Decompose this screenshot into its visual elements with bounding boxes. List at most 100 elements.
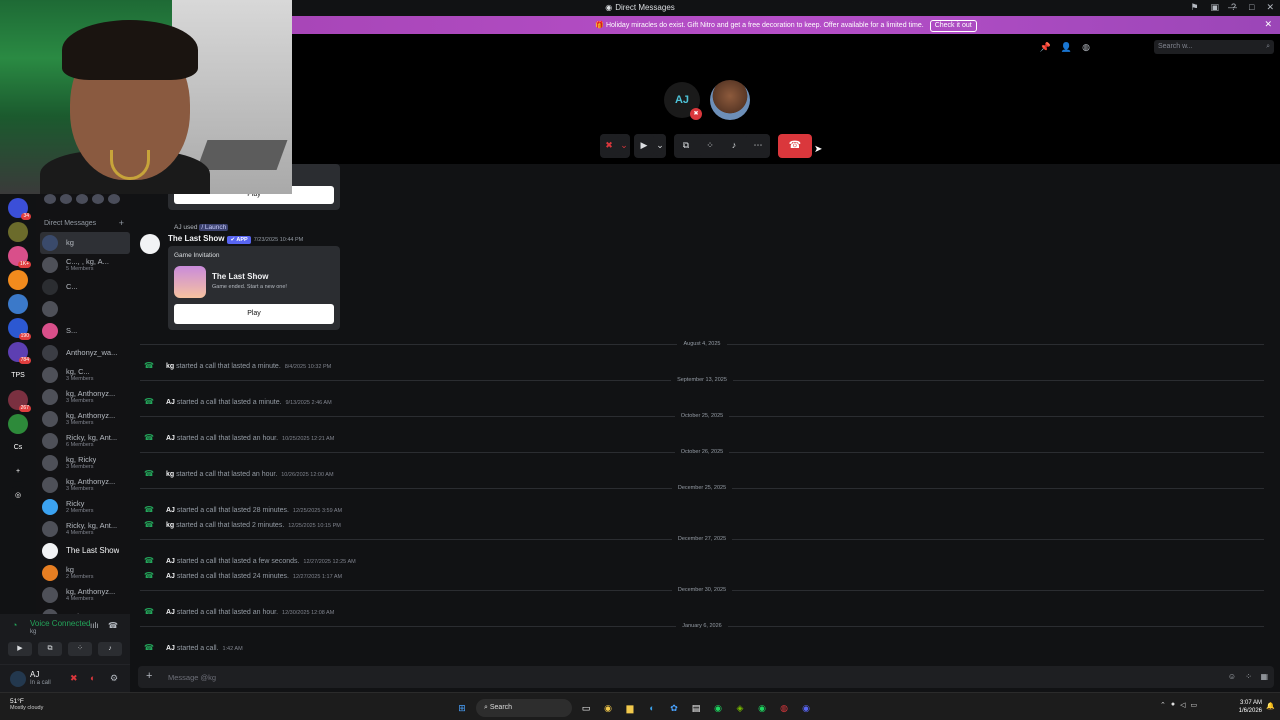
- tray-chevron-icon[interactable]: ⌃: [1160, 701, 1166, 709]
- dm-item[interactable]: Ricky, kg, Ant... 4 Members: [40, 518, 130, 540]
- caller-name[interactable]: AJ: [166, 558, 175, 565]
- soundboard-button[interactable]: ♪: [98, 642, 122, 656]
- server-icon[interactable]: 784: [8, 342, 31, 364]
- dm-item[interactable]: kg, Anthonyz... 3 Members: [40, 474, 130, 496]
- discord-taskbar-icon[interactable]: ◉: [798, 700, 814, 716]
- server-icon[interactable]: Cs: [8, 438, 28, 458]
- dm-item[interactable]: kg, Ricky 3 Members: [40, 452, 130, 474]
- noise-suppression-icon[interactable]: ıılı: [90, 621, 98, 630]
- obs-icon[interactable]: ◍: [776, 700, 792, 716]
- caller-name[interactable]: kg: [166, 522, 174, 529]
- server-icon[interactable]: 34: [8, 198, 31, 220]
- apps-icon[interactable]: ⁘: [1245, 672, 1252, 681]
- message-author[interactable]: The Last Show: [168, 234, 224, 243]
- close-window-button[interactable]: ✕: [1266, 2, 1274, 13]
- dm-item[interactable]: S...: [40, 320, 130, 342]
- mic-options-chevron-icon[interactable]: ⌄: [618, 134, 630, 156]
- server-icon[interactable]: 1K+: [8, 246, 31, 268]
- dm-item[interactable]: kg: [40, 232, 130, 254]
- mic-tray-icon[interactable]: ●: [1171, 701, 1175, 709]
- caller-name[interactable]: AJ: [166, 645, 175, 652]
- launch-command[interactable]: / Launch: [199, 224, 229, 231]
- server-icon[interactable]: [8, 414, 28, 434]
- profile-icon[interactable]: ◍: [1082, 42, 1090, 53]
- store-icon[interactable]: ▤: [688, 700, 704, 716]
- dm-item[interactable]: [40, 298, 130, 320]
- disconnect-icon[interactable]: ☎: [108, 621, 118, 630]
- file-explorer-icon[interactable]: ▆: [622, 700, 638, 716]
- dm-item[interactable]: kg, Anthonyz... 3 Members: [40, 386, 130, 408]
- call-avatar-kg[interactable]: [710, 80, 750, 120]
- leave-call-button[interactable]: ☎: [778, 134, 812, 158]
- settings-gear-icon[interactable]: ⚙: [110, 673, 118, 684]
- inbox-icon[interactable]: ▣: [1210, 2, 1219, 13]
- voice-channel-label[interactable]: kg: [30, 629, 36, 635]
- task-view-icon[interactable]: ▭: [578, 700, 594, 716]
- server-icon[interactable]: [8, 222, 28, 242]
- camera-toggle-button[interactable]: ▶: [634, 134, 654, 156]
- app-avatar[interactable]: [140, 234, 160, 254]
- caller-name[interactable]: kg: [166, 363, 174, 370]
- mic-toggle-button[interactable]: ✖: [600, 134, 618, 156]
- start-windows-icon[interactable]: ⊞: [454, 700, 470, 716]
- create-dm-icon[interactable]: +: [119, 218, 124, 228]
- screen-share-call-button[interactable]: ⧉: [674, 134, 698, 156]
- maximize-button[interactable]: □: [1249, 2, 1254, 13]
- photos-icon[interactable]: ✿: [666, 700, 682, 716]
- play-button[interactable]: Play: [174, 304, 334, 324]
- call-avatar-aj[interactable]: AJ ✖: [664, 82, 702, 120]
- dm-item[interactable]: C...: [40, 276, 130, 298]
- dm-item[interactable]: Ricky, kg, Ant... 6 Members: [40, 430, 130, 452]
- banner-close-icon[interactable]: ✕: [1264, 19, 1272, 30]
- dm-item[interactable]: Ricky 2 Members: [40, 496, 130, 518]
- speaker-icon[interactable]: ◁: [1180, 701, 1185, 709]
- dm-item[interactable]: The Last Show: [40, 540, 130, 562]
- dm-item[interactable]: Anthonyz_wa...: [40, 342, 130, 364]
- spotify-icon[interactable]: ◉: [710, 700, 726, 716]
- gift-send-icon[interactable]: ▦: [1260, 672, 1268, 681]
- more-options-icon[interactable]: ⋯: [746, 134, 770, 156]
- signal-icon[interactable]: ◔: [12, 620, 17, 630]
- dm-item[interactable]: kg, Anthonyz... 3 Members: [40, 408, 130, 430]
- activities-button[interactable]: ⁘: [68, 642, 92, 656]
- dm-item[interactable]: kg, C... 3 Members: [40, 364, 130, 386]
- taskbar-search[interactable]: ⌕ Search: [476, 699, 572, 717]
- camera-options-chevron-icon[interactable]: ⌄: [654, 134, 666, 156]
- caller-name[interactable]: AJ: [166, 507, 175, 514]
- chrome-icon[interactable]: ◉: [600, 700, 616, 716]
- add-friend-icon[interactable]: 👤: [1061, 42, 1072, 53]
- activities-call-button[interactable]: ⁘: [698, 134, 722, 156]
- caller-name[interactable]: AJ: [166, 399, 175, 406]
- dm-item[interactable]: kg, Anthonyz... 4 Members: [40, 584, 130, 606]
- clock[interactable]: 3:07 AM 1/6/2026: [1239, 699, 1262, 715]
- camera-button[interactable]: ▶: [8, 642, 32, 656]
- attach-plus-icon[interactable]: +: [146, 670, 152, 682]
- minimize-button[interactable]: —: [1228, 2, 1237, 13]
- dm-item[interactable]: kg 2 Members: [40, 562, 130, 584]
- notifications-bell-icon[interactable]: 🔔: [1266, 702, 1275, 710]
- emoji-icon[interactable]: ☺: [1228, 672, 1236, 681]
- server-icon[interactable]: 190: [8, 318, 31, 340]
- caller-name[interactable]: AJ: [166, 573, 175, 580]
- mic-muted-icon[interactable]: ✖: [70, 673, 78, 684]
- server-icon[interactable]: [8, 294, 28, 314]
- deafen-icon[interactable]: ◐: [90, 673, 95, 683]
- dm-item[interactable]: C..., , kg, A... 5 Members: [40, 254, 130, 276]
- server-icon[interactable]: [8, 270, 28, 290]
- network-icon[interactable]: ▭: [1191, 701, 1198, 709]
- caller-name[interactable]: AJ: [166, 609, 175, 616]
- flag-icon[interactable]: ⚑: [1190, 2, 1198, 13]
- weather-widget[interactable]: 51°F Mostly cloudy: [10, 698, 43, 711]
- avatar[interactable]: [10, 671, 26, 687]
- soundboard-call-button[interactable]: ♪: [722, 134, 746, 156]
- user-name[interactable]: AJ: [30, 670, 39, 679]
- spotify-alt-icon[interactable]: ◉: [754, 700, 770, 716]
- caller-name[interactable]: kg: [166, 471, 174, 478]
- server-icon[interactable]: TPS: [8, 366, 28, 386]
- search-input[interactable]: Search w... ⌕: [1154, 40, 1274, 54]
- caller-name[interactable]: AJ: [166, 435, 175, 442]
- pin-icon[interactable]: 📌: [1040, 42, 1051, 53]
- server-icon[interactable]: +: [8, 462, 28, 482]
- check-it-out-button[interactable]: Check it out: [929, 20, 977, 32]
- server-icon[interactable]: 267: [8, 390, 31, 412]
